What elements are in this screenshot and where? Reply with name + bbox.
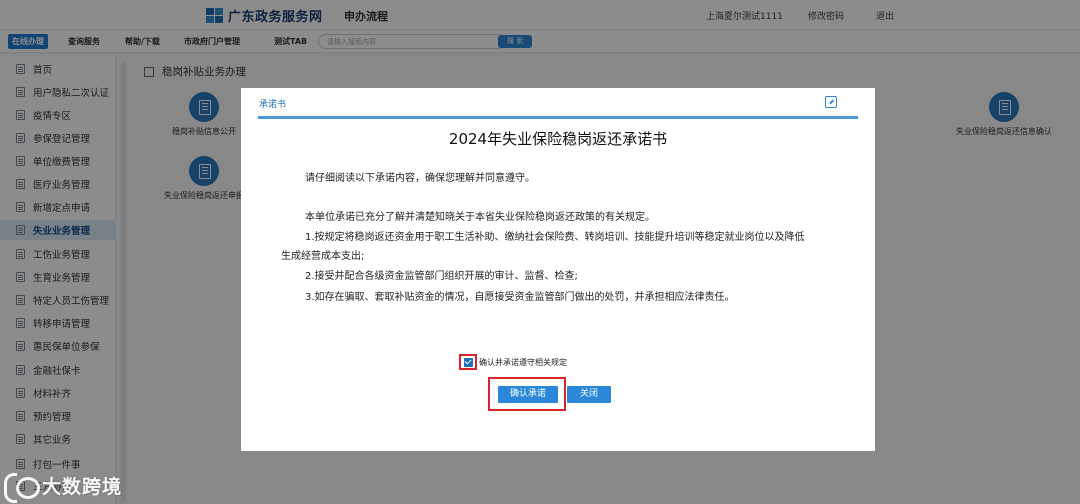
dialog-title: 2024年失业保险稳岗返还承诺书 [448,130,668,148]
dialog-header: 承诺书 [241,88,875,116]
watermark: 大数跨境 [4,472,123,503]
commitment-paragraph-1: 本单位承诺已充分了解并清楚知晓关于本省失业保险稳岗返还政策的有关规定。 [305,212,655,223]
commitment-item-2: 2.接受并配合各级资金监管部门组织开展的审计、监督、检查; [305,271,578,282]
close-button[interactable]: 关闭 [567,386,611,403]
commitment-item-1-cont: 生成经营成本支出; [281,251,365,262]
commitment-item-1: 1.按规定将稳岗返还资金用于职工生活补助、缴纳社会保险费、转岗培训、技能提升培训… [305,232,805,243]
commitment-dialog: 承诺书 2024年失业保险稳岗返还承诺书 请仔细阅读以下承诺内容，确保您理解并同… [241,88,875,451]
intro-text: 请仔细阅读以下承诺内容，确保您理解并同意遵守。 [305,173,535,184]
watermark-logo-icon [4,472,40,503]
watermark-text: 大数跨境 [42,476,123,498]
commitment-item-3: 3.如存在骗取、套取补贴资金的情况，自愿接受资金监管部门做出的处罚，并承担相应法… [305,292,735,303]
dialog-divider [258,116,858,119]
agree-checkbox[interactable] [463,357,473,367]
expand-icon[interactable] [825,96,837,108]
agree-row: 确认并承诺遵守相关规定 [459,354,567,370]
agree-checkbox-highlight [459,354,477,370]
agree-label[interactable]: 确认并承诺遵守相关规定 [479,357,567,368]
dialog-label: 承诺书 [259,100,287,110]
confirm-commitment-button[interactable]: 确认承诺 [498,386,558,403]
